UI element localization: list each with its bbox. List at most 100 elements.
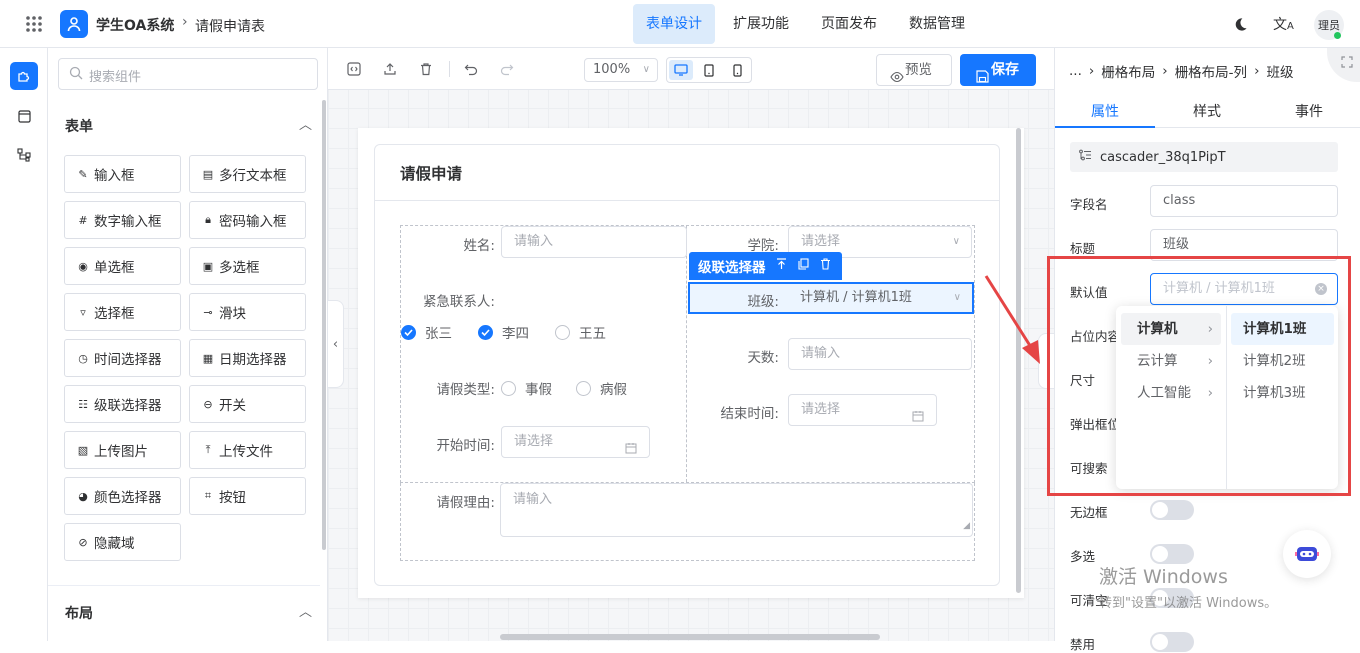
copy-icon[interactable] [797, 258, 809, 274]
checkbox-checked-icon[interactable] [478, 324, 493, 340]
preview-button[interactable]: 预览 [876, 54, 952, 86]
tab-publish[interactable]: 页面发布 [808, 4, 890, 44]
mobile-device-icon[interactable] [727, 60, 747, 80]
component-item[interactable]: ▤ 多行文本框 [189, 155, 306, 193]
start-time-picker[interactable]: 请选择 [501, 426, 650, 458]
title-label: 标题 [1070, 241, 1096, 256]
code-icon[interactable] [344, 59, 364, 79]
component-item[interactable]: ⊸ 滑块 [189, 293, 306, 331]
component-item[interactable]: ▧ 上传图片 [64, 431, 181, 469]
leave-type-option-1[interactable]: 事假 [525, 378, 552, 398]
save-button[interactable]: 保存 [960, 54, 1036, 86]
move-up-icon[interactable] [776, 258, 787, 274]
borderless-switch[interactable] [1150, 500, 1194, 520]
component-label: 密码输入框 [219, 214, 287, 230]
tab-form-design[interactable]: 表单设计 [633, 4, 715, 44]
component-search-input[interactable]: 搜索组件 [58, 58, 318, 90]
watermark-title: 激活 Windows [1099, 566, 1228, 588]
chevron-up-icon[interactable]: ︿ [299, 601, 312, 620]
title-value: 班级 [1163, 237, 1190, 252]
tablet-device-icon[interactable] [699, 60, 719, 80]
radio-icon[interactable] [501, 380, 516, 396]
chevron-up-icon[interactable]: ︿ [299, 114, 312, 133]
breadcrumb-item[interactable]: 班级 [1266, 61, 1293, 81]
class-cascader[interactable]: 计算机 / 计算机1班 ∨ [788, 284, 972, 316]
component-item[interactable]: ✎ 输入框 [64, 155, 181, 193]
component-item[interactable]: ▣ 多选框 [189, 247, 306, 285]
chevron-right-icon: › [182, 14, 188, 30]
checkbox-unchecked-icon[interactable] [555, 324, 570, 340]
disabled-label: 禁用 [1070, 637, 1096, 652]
disabled-switch[interactable] [1150, 632, 1194, 652]
component-item[interactable]: 🔒︎ 密码输入框 [189, 201, 306, 239]
active-tab-indicator [1055, 126, 1155, 128]
breadcrumb-item[interactable]: 栅格布局-列 [1175, 61, 1247, 81]
dark-mode-moon-icon[interactable] [1232, 16, 1248, 32]
tab-data-management[interactable]: 数据管理 [896, 4, 978, 44]
component-label: 级联选择器 [94, 398, 162, 414]
emergency-option-1[interactable]: 张三 [425, 322, 452, 342]
component-item[interactable]: ⌗ 按钮 [189, 477, 306, 515]
reason-textarea[interactable]: 请输入 ◢ [500, 483, 973, 537]
left-panel-scrollbar[interactable] [322, 100, 326, 550]
field-name-input[interactable]: class [1150, 185, 1338, 217]
expand-corner-icon[interactable] [1327, 48, 1360, 82]
breadcrumb-ellipsis[interactable]: ... [1069, 63, 1082, 79]
slider-icon: ⊸ [203, 305, 213, 319]
component-item[interactable]: ▦ 日期选择器 [189, 339, 306, 377]
component-item[interactable]: # 数字输入框 [64, 201, 181, 239]
desktop-device-icon[interactable] [669, 60, 693, 80]
emergency-option-3[interactable]: 王五 [579, 322, 606, 342]
collapse-left-handle[interactable]: ‹ [328, 300, 344, 388]
name-input[interactable]: 请输入 [501, 226, 687, 258]
reason-label: 请假理由: [436, 495, 495, 511]
class-label: 班级: [747, 294, 779, 310]
radio-icon[interactable] [576, 380, 591, 396]
section-layout-title[interactable]: 布局 [65, 603, 93, 623]
days-input[interactable]: 请输入 [788, 338, 972, 370]
checkbox-checked-icon[interactable] [401, 324, 416, 340]
component-item[interactable]: ⊖ 开关 [189, 385, 306, 423]
multiple-switch[interactable] [1150, 544, 1194, 564]
tab-style[interactable]: 样式 [1193, 101, 1221, 121]
search-icon [69, 66, 83, 84]
zoom-select[interactable]: 100% ∨ [584, 58, 658, 82]
component-item[interactable]: ◷ 时间选择器 [64, 339, 181, 377]
tree-structure-icon[interactable] [17, 148, 31, 162]
resize-handle-icon[interactable]: ◢ [963, 516, 970, 536]
component-item[interactable]: ▿ 选择框 [64, 293, 181, 331]
component-item[interactable]: ◕ 颜色选择器 [64, 477, 181, 515]
breadcrumb: ... › 栅格布局 › 栅格布局-列 › 班级 [1069, 61, 1293, 81]
component-item[interactable]: ◉ 单选框 [64, 247, 181, 285]
leave-type-option-2[interactable]: 病假 [600, 378, 627, 398]
components-puzzle-icon[interactable] [10, 62, 38, 90]
section-divider [48, 585, 320, 586]
app-grid-icon[interactable] [24, 14, 44, 34]
tab-events[interactable]: 事件 [1295, 101, 1323, 121]
canvas-horizontal-scrollbar[interactable] [500, 634, 880, 640]
redo-icon[interactable] [497, 59, 517, 79]
component-item[interactable]: ⤒ 上传文件 [189, 431, 306, 469]
code-window-icon[interactable] [17, 109, 31, 123]
undo-icon[interactable] [461, 59, 481, 79]
tab-properties[interactable]: 属性 [1091, 101, 1119, 121]
save-label: 保存 [991, 62, 1019, 78]
tab-extensions[interactable]: 扩展功能 [720, 4, 802, 44]
checkbox-icon: ▣ [202, 259, 214, 273]
page-breadcrumb[interactable]: 请假申请表 [195, 16, 265, 36]
component-item[interactable]: ⊘ 隐藏域 [64, 523, 181, 561]
end-time-picker[interactable]: 请选择 [788, 394, 937, 426]
component-item[interactable]: ☷ 级联选择器 [64, 385, 181, 423]
emergency-option-2[interactable]: 李四 [502, 322, 529, 342]
chevron-down-icon: ∨ [952, 236, 960, 247]
component-label: 多行文本框 [219, 168, 287, 184]
section-form-title[interactable]: 表单 [65, 116, 93, 136]
delete-icon[interactable] [820, 258, 831, 274]
college-placeholder: 请选择 [801, 234, 841, 249]
delete-icon[interactable] [416, 59, 436, 79]
breadcrumb-item[interactable]: 栅格布局 [1101, 61, 1155, 81]
import-icon[interactable] [380, 59, 400, 79]
windows-activation-watermark: 激活 Windows 转到"设置"以激活 Windows。 [1099, 562, 1277, 611]
translate-icon[interactable]: 文A [1273, 14, 1294, 34]
assistant-bot-button[interactable] [1283, 530, 1331, 578]
